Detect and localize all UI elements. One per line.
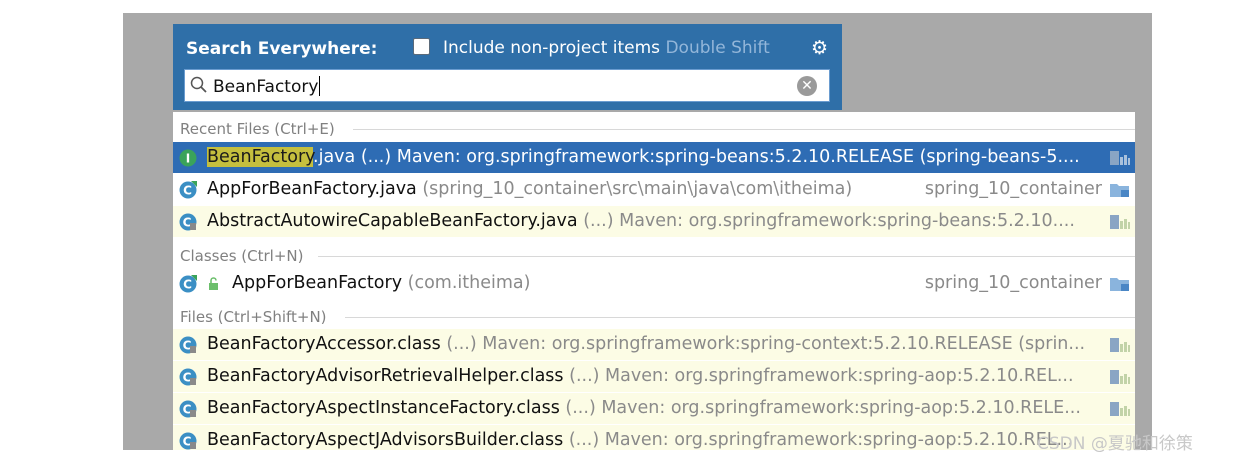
svg-text:C: C xyxy=(183,184,192,198)
popup-title: Search Everywhere: xyxy=(186,39,378,59)
result-location: (...) Maven: org.springframework:spring-… xyxy=(568,430,1074,450)
result-location: (spring_10_container\src\main\java\com\i… xyxy=(422,179,853,199)
compiled-class-icon: C xyxy=(179,432,197,450)
result-row-beanfactoryaccessor-class[interactable]: C BeanFactoryAccessor.class (...) Maven:… xyxy=(173,329,1135,360)
result-module: spring_10_container xyxy=(924,273,1102,293)
result-row-beanfactoryaspectinstancefactory-class[interactable]: C BeanFactoryAspectInstanceFactory.class… xyxy=(173,393,1135,424)
module-folder-icon xyxy=(1110,184,1129,197)
result-name: AbstractAutowireCapableBeanFactory.java xyxy=(207,211,578,231)
compiled-class-icon: C xyxy=(179,336,197,354)
compiled-class-icon: C xyxy=(179,368,197,386)
result-module: spring_10_container xyxy=(924,179,1102,199)
section-header-recent-files: Recent Files (Ctrl+E) xyxy=(173,117,1135,141)
library-icon xyxy=(1110,402,1130,416)
result-name: AppForBeanFactory xyxy=(232,273,403,293)
abstract-class-icon: C xyxy=(179,213,197,231)
class-icon: C xyxy=(179,275,197,293)
result-location: (...) Maven: org.springframework:spring-… xyxy=(360,147,1080,167)
gear-icon[interactable]: ⚙ xyxy=(811,37,828,59)
result-row-abstractautowirecapablebeanfactory-java[interactable]: C AbstractAutowireCapableBeanFactory.jav… xyxy=(173,206,1135,237)
library-icon xyxy=(1110,151,1130,165)
result-row-beanfactoryaspectjadvisorsbuilder-class[interactable]: C BeanFactoryAspectJAdvisorsBuilder.clas… xyxy=(173,425,1135,450)
class-icon: C xyxy=(179,181,197,199)
compiled-class-icon: C xyxy=(179,400,197,418)
include-non-project-checkbox[interactable] xyxy=(413,38,430,55)
include-non-project-label[interactable]: Include non-project items Double Shift xyxy=(443,37,770,59)
module-folder-icon xyxy=(1110,278,1129,291)
search-everywhere-popup-header: Search Everywhere: Include non-project i… xyxy=(173,24,842,110)
result-row-beanfactoryadvisorretrievalhelper-class[interactable]: C BeanFactoryAdvisorRetrievalHelper.clas… xyxy=(173,361,1135,392)
include-shortcut: Double Shift xyxy=(665,38,770,58)
result-location: (...) Maven: org.springframework:spring-… xyxy=(569,366,1074,386)
result-row-appforbeanfactory-class[interactable]: C AppForBeanFactory (com.itheima) spring… xyxy=(173,268,1135,299)
search-input[interactable]: BeanFactory ✕ xyxy=(184,69,830,102)
result-row-beanfactory-java[interactable]: I BeanFactory.java (...) Maven: org.spri… xyxy=(173,142,1135,173)
library-icon xyxy=(1110,338,1130,352)
library-icon xyxy=(1110,215,1130,229)
result-name: BeanFactoryAspectJAdvisorsBuilder.class xyxy=(207,430,564,450)
public-access-icon xyxy=(209,277,218,290)
result-name: BeanFactoryAccessor.class xyxy=(207,334,441,354)
clear-icon[interactable]: ✕ xyxy=(797,76,817,96)
result-name: AppForBeanFactory.java xyxy=(207,179,417,199)
svg-text:I: I xyxy=(186,152,190,166)
result-row-appforbeanfactory-java[interactable]: C AppForBeanFactory.java (spring_10_cont… xyxy=(173,174,1135,205)
result-location: (...) Maven: org.springframework:spring-… xyxy=(565,398,1081,418)
result-name: BeanFactoryAspectInstanceFactory.class xyxy=(207,398,560,418)
section-header-files: Files (Ctrl+Shift+N) xyxy=(173,305,1135,329)
include-label-text: Include non-project items xyxy=(443,38,661,58)
result-location: (...) Maven: org.springframework:spring-… xyxy=(446,334,1086,354)
section-header-classes: Classes (Ctrl+N) xyxy=(173,244,1135,268)
search-icon xyxy=(190,76,207,93)
match-highlight: BeanFactory xyxy=(207,147,314,167)
search-results-list: Recent Files (Ctrl+E) I BeanFactory.java… xyxy=(173,112,1135,450)
svg-text:C: C xyxy=(183,278,192,292)
library-icon xyxy=(1110,370,1130,384)
result-name: BeanFactoryAdvisorRetrievalHelper.class xyxy=(207,366,564,386)
interface-icon: I xyxy=(179,149,197,167)
search-query: BeanFactory xyxy=(213,76,321,97)
result-location: (...) Maven: org.springframework:spring-… xyxy=(583,211,1075,231)
watermark: CSDN @夏驰和徐策 xyxy=(1037,434,1193,454)
result-location: (com.itheima) xyxy=(407,273,531,293)
